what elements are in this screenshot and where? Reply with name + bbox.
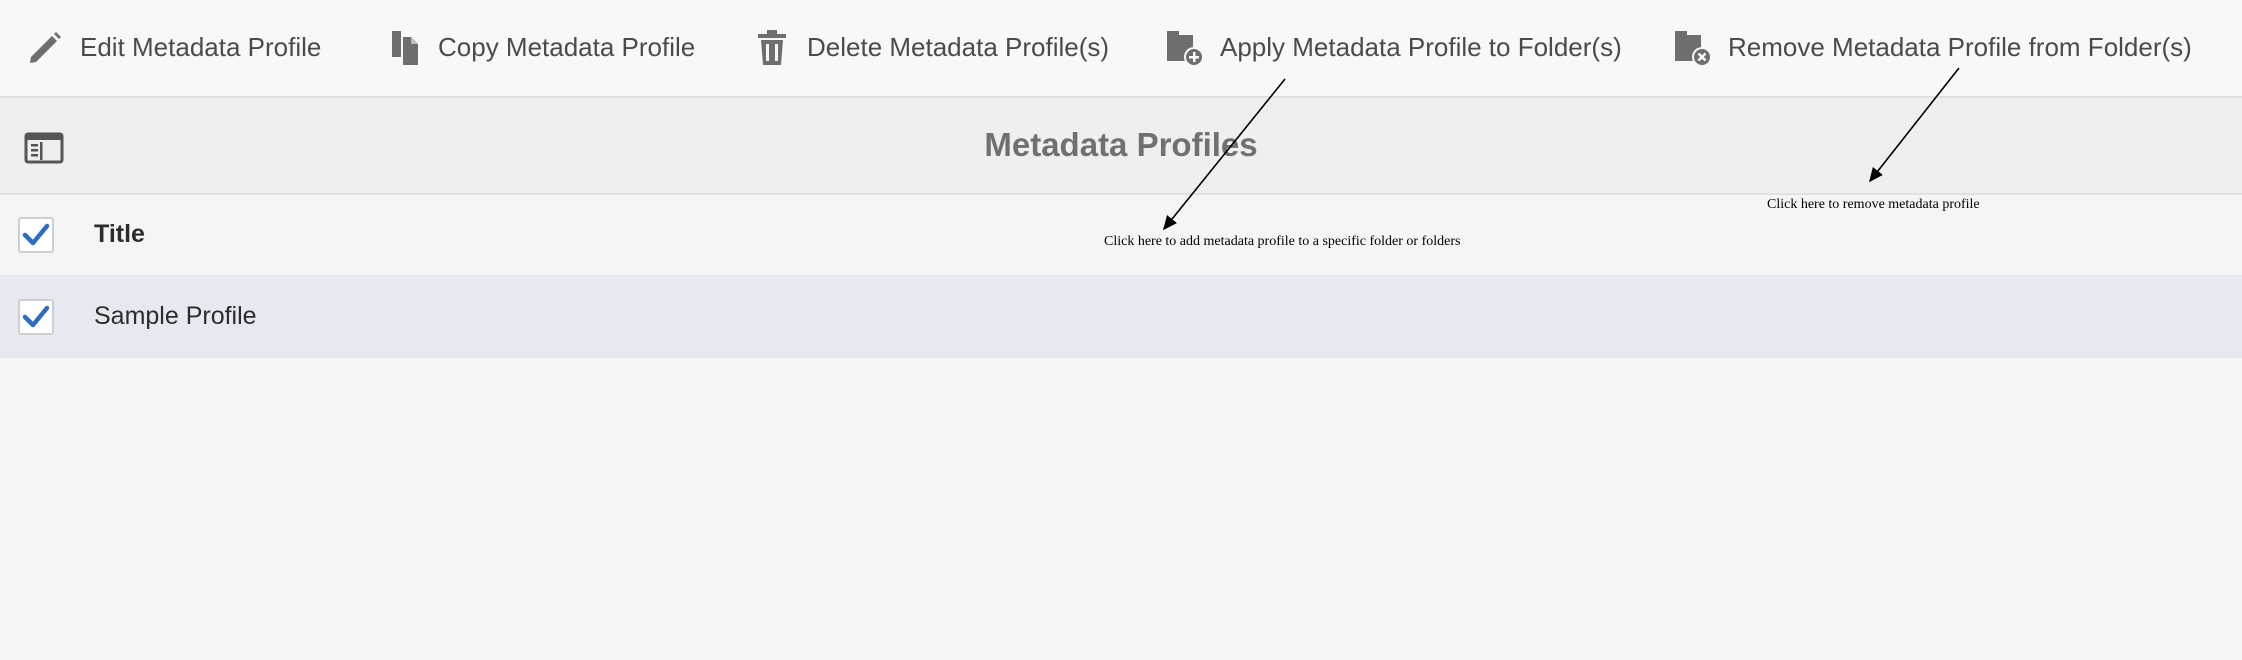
- remove-annotation-text: Click here to remove metadata profile: [1767, 197, 1980, 212]
- copy-metadata-profile-button[interactable]: Copy Metadata Profile: [378, 22, 695, 72]
- page-title: Metadata Profiles: [984, 126, 1258, 163]
- select-all-checkbox[interactable]: [18, 217, 54, 253]
- remove-metadata-profile-button[interactable]: Remove Metadata Profile from Folder(s): [1668, 22, 2192, 72]
- checkmark-icon: [22, 305, 50, 328]
- pencil-icon: [20, 22, 70, 72]
- edit-metadata-profile-label: Edit Metadata Profile: [80, 31, 322, 62]
- row-title-cell: Sample Profile: [94, 302, 257, 330]
- trash-icon: [747, 22, 797, 72]
- table-row[interactable]: Sample Profile: [0, 275, 2242, 358]
- apply-metadata-profile-label: Apply Metadata Profile to Folder(s): [1220, 31, 1622, 62]
- title-bar: Metadata Profiles: [0, 98, 2242, 195]
- delete-metadata-profiles-button[interactable]: Delete Metadata Profile(s): [747, 22, 1109, 72]
- edit-metadata-profile-button[interactable]: Edit Metadata Profile: [20, 22, 321, 72]
- action-toolbar: Edit Metadata Profile Copy Metadata Prof…: [0, 0, 2242, 98]
- checkmark-icon: [22, 223, 50, 246]
- remove-metadata-profile-label: Remove Metadata Profile from Folder(s): [1728, 31, 2192, 62]
- row-checkbox[interactable]: [18, 299, 54, 335]
- copy-icon: [378, 22, 428, 72]
- apply-annotation-text: Click here to add metadata profile to a …: [1104, 234, 1461, 249]
- title-column-header[interactable]: Title: [94, 220, 145, 249]
- folder-remove-icon: [1668, 22, 1718, 72]
- folder-add-icon: [1160, 22, 1210, 72]
- delete-metadata-profiles-label: Delete Metadata Profile(s): [807, 31, 1110, 62]
- copy-metadata-profile-label: Copy Metadata Profile: [438, 31, 696, 62]
- apply-metadata-profile-button[interactable]: Apply Metadata Profile to Folder(s): [1160, 22, 1622, 72]
